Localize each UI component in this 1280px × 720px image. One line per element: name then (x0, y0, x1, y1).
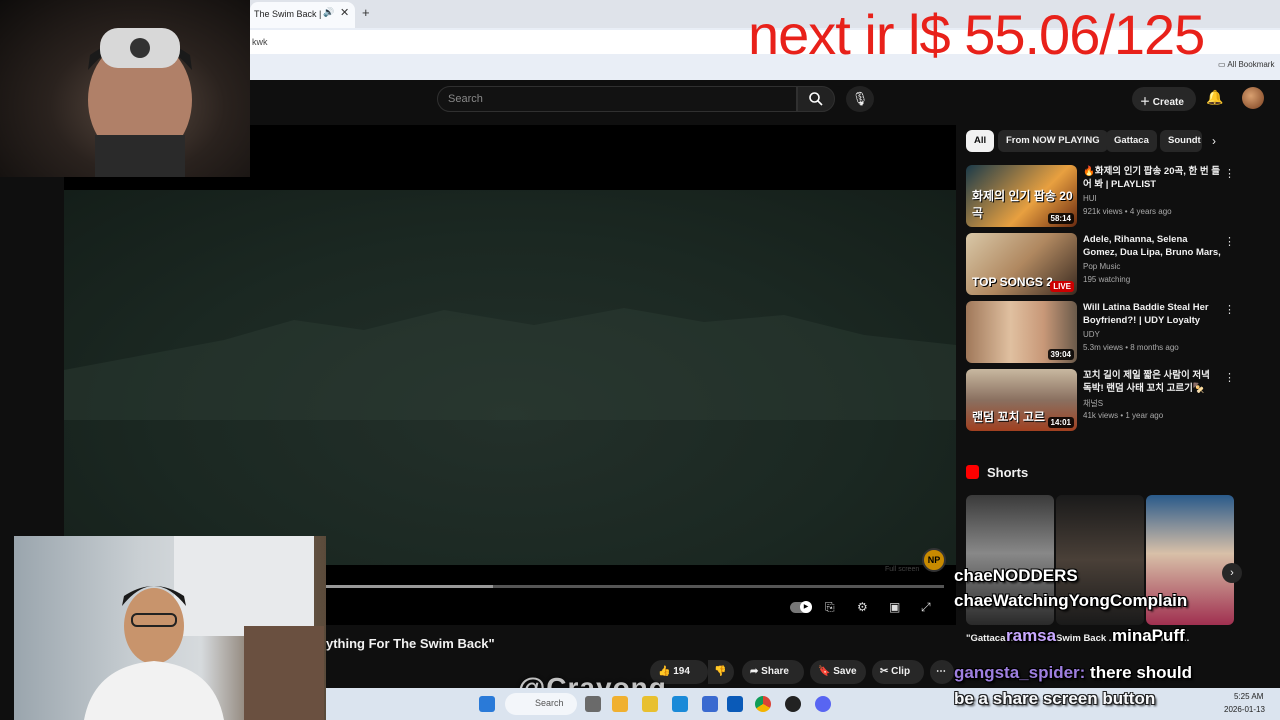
outlook-icon[interactable] (727, 696, 743, 712)
search-icon[interactable] (797, 86, 835, 112)
chrome-icon[interactable] (755, 696, 771, 712)
stream-goal-overlay: next ir l$ 55.06/125 (748, 3, 1205, 66)
chat-line: ramsa (1006, 626, 1057, 645)
chat-line: be a share screen button (954, 689, 1156, 708)
notifications-bell-icon[interactable]: 🔔 (1206, 89, 1223, 106)
chat-username: gangsta_spider: (954, 663, 1086, 682)
chat-message: gangsta_spider: there should (954, 663, 1192, 683)
browser-tab[interactable]: The Swim Back | 🔊 ✕ (250, 2, 355, 28)
recommendation-item[interactable]: 랜덤 꼬치 고르 14:01 꼬치 길이 제일 짧은 사람이 저녁 독박! 랜덤… (966, 369, 1236, 433)
settings-gear-icon[interactable]: ⚙ (857, 600, 868, 614)
more-options-icon[interactable]: ⋮ (1224, 371, 1235, 384)
shorts-icon (966, 465, 979, 479)
video-meta: 5.3m views • 8 months ago (1083, 343, 1179, 352)
shorts-heading: Shorts (987, 465, 1029, 480)
taskbar-time: 5:25 AM (1234, 692, 1264, 701)
channel-name[interactable]: UDY (1083, 330, 1100, 339)
progress-bar-fill (326, 585, 493, 588)
video-frame-mountains (64, 308, 956, 420)
thumbnail-text: 랜덤 꼬치 고르 (972, 410, 1045, 424)
search-input[interactable]: Search (437, 86, 797, 112)
tab-title: The Swim Back | (254, 9, 322, 19)
create-label: Create (1152, 97, 1184, 108)
chat-line: chaeNODDERS (954, 566, 1078, 585)
chevron-right-icon[interactable]: › (1222, 563, 1242, 583)
video-meta: 195 watching (1083, 275, 1131, 284)
short-title[interactable]: Swim Back ... (1056, 632, 1117, 646)
clip-button[interactable]: ✂ Clip (872, 660, 924, 684)
clip-label: Clip (891, 666, 911, 677)
recommendation-item[interactable]: 화제의 인기 팝송 20곡 58:14 🔥화제의 인기 팝송 20곡, 한 번 … (966, 165, 1236, 229)
video-thumbnail[interactable]: 화제의 인기 팝송 20곡 58:14 (966, 165, 1077, 227)
chip-gattaca[interactable]: Gattaca (1106, 130, 1157, 152)
duration-badge: 14:01 (1047, 417, 1074, 428)
task-view-icon[interactable] (585, 696, 601, 712)
more-options-icon[interactable]: ⋮ (1224, 235, 1235, 248)
chat-text: there should (1085, 663, 1193, 682)
microphone-icon[interactable]: 🎙 (846, 86, 874, 112)
subtitles-icon[interactable]: ⎘ (825, 600, 835, 615)
avatar[interactable] (1242, 87, 1264, 109)
url-text[interactable]: kwk (252, 37, 268, 47)
recommendation-item[interactable]: 39:04 Will Latina Baddie Steal Her Boyfr… (966, 301, 1236, 365)
chat-line: chaeWatchingYongComplain (954, 591, 1188, 610)
chip-all[interactable]: All (966, 130, 995, 152)
save-button[interactable]: 🔖 Save (810, 660, 866, 684)
channel-name[interactable]: HUI (1083, 194, 1097, 203)
dislike-button[interactable]: 👎 (708, 660, 734, 684)
share-button[interactable]: ➦ Share (742, 660, 804, 684)
fullscreen-icon[interactable]: ⤢ (921, 600, 931, 615)
taskbar-date: 2026-01-13 (1224, 705, 1265, 714)
like-count: 194 (673, 666, 690, 677)
taskbar-search[interactable]: Search (505, 693, 577, 715)
thumbnail-text: TOP SONGS 2 (972, 275, 1053, 289)
video-title[interactable]: 🔥화제의 인기 팝송 20곡, 한 번 들어 봐 | PLAYLIST (1083, 165, 1221, 191)
miniplayer-icon[interactable]: ▣ (889, 600, 900, 614)
folder-icon[interactable] (642, 696, 658, 712)
chat-line: minaPuff (1112, 626, 1185, 645)
duration-badge: 58:14 (1047, 213, 1074, 224)
more-options-icon[interactable]: ⋮ (1224, 303, 1235, 316)
edge-icon[interactable] (672, 696, 688, 712)
webcam-streamer-top (0, 0, 250, 177)
chevron-right-icon[interactable]: › (1212, 134, 1216, 148)
windows-start-icon[interactable] (479, 696, 495, 712)
new-tab-icon[interactable]: + (362, 5, 370, 20)
more-actions-button[interactable]: ⋯ (930, 660, 954, 684)
video-thumbnail[interactable]: TOP SONGS 2 LIVE (966, 233, 1077, 295)
webcam-streamer-bottom (14, 536, 326, 720)
chip-from-now-playing[interactable]: From NOW PLAYING (998, 130, 1108, 152)
video-meta: 41k views • 1 year ago (1083, 411, 1164, 420)
speaker-icon[interactable]: 🔊 (323, 7, 334, 18)
video-title: ything For The Swim Back" (326, 636, 495, 651)
share-label: Share (761, 666, 789, 677)
video-title[interactable]: Will Latina Baddie Steal Her Boyfriend?!… (1083, 301, 1221, 327)
discord-icon[interactable] (815, 696, 831, 712)
play-icon: ▶ (800, 601, 812, 613)
video-title[interactable]: Adele, Rihanna, Selena Gomez, Dua Lipa, … (1083, 233, 1221, 259)
store-icon[interactable] (702, 696, 718, 712)
chip-soundtrack[interactable]: Soundt (1160, 130, 1202, 152)
live-badge: LIVE (1050, 281, 1074, 292)
video-thumbnail[interactable]: 랜덤 꼬치 고르 14:01 (966, 369, 1077, 431)
all-bookmarks-link[interactable]: ▭ All Bookmark (1218, 60, 1274, 69)
app-icon[interactable] (785, 696, 801, 712)
duration-badge: 39:04 (1047, 349, 1074, 360)
video-meta: 921k views • 4 years ago (1083, 207, 1172, 216)
create-button[interactable]: ＋ Create (1132, 87, 1196, 111)
file-explorer-icon[interactable] (612, 696, 628, 712)
channel-name[interactable]: Pop Music (1083, 262, 1120, 271)
video-thumbnail[interactable]: 39:04 (966, 301, 1077, 363)
channel-name[interactable]: 채널S (1083, 398, 1103, 409)
video-title[interactable]: 꼬치 길이 제일 짧은 사람이 저녁 독박! 랜덤 사태 꼬치 고르기🍢 [#.… (1083, 369, 1221, 395)
bookmarks-label: All Bookmark (1227, 60, 1275, 69)
recommendation-item[interactable]: TOP SONGS 2 LIVE Adele, Rihanna, Selena … (966, 233, 1236, 297)
more-options-icon[interactable]: ⋮ (1224, 167, 1235, 180)
np-badge: NP (922, 548, 946, 572)
save-label: Save (833, 666, 857, 677)
fullscreen-tooltip: Full screen (885, 566, 920, 573)
close-icon[interactable]: ✕ (340, 6, 349, 19)
